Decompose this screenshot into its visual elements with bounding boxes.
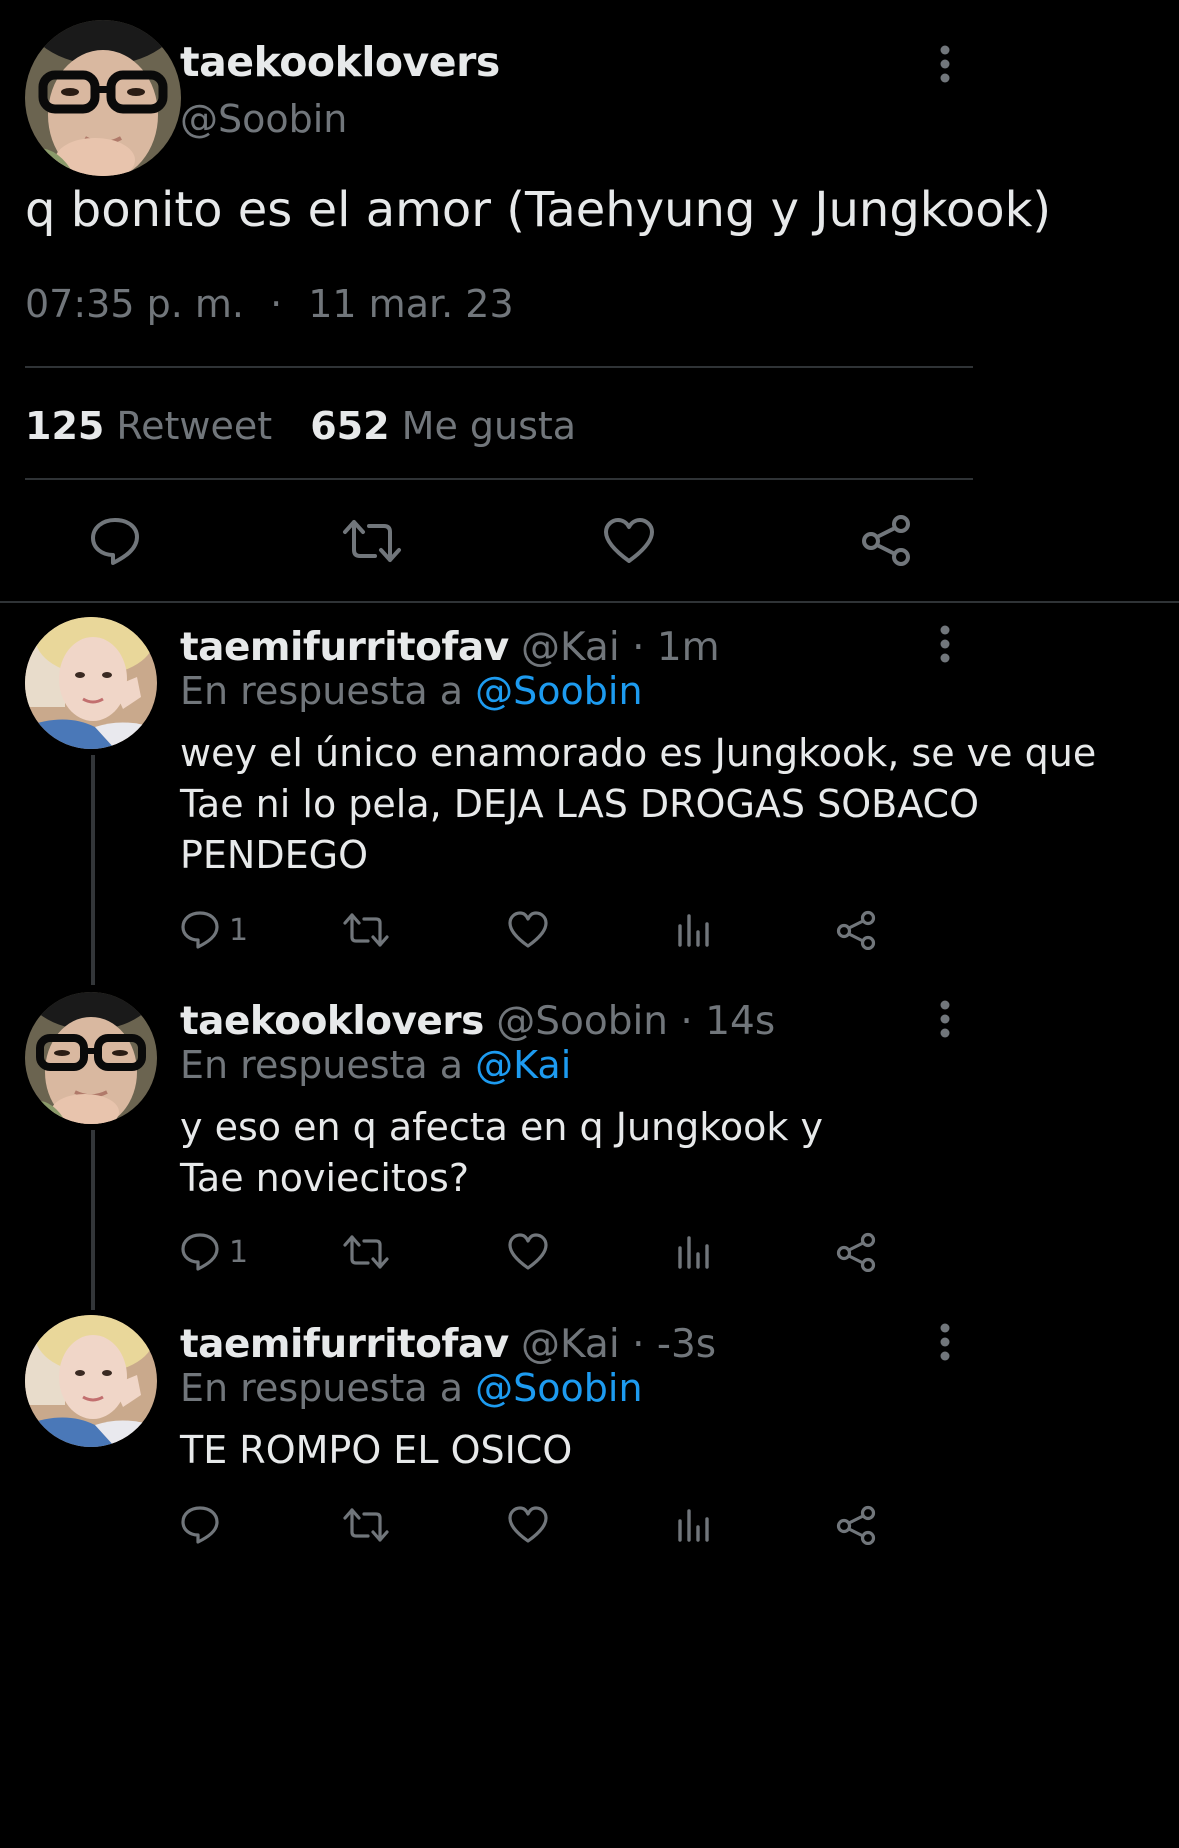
main-tweet-avatar[interactable] bbox=[25, 20, 181, 176]
reply-mention[interactable]: @Soobin bbox=[475, 1366, 642, 1410]
retweet-count: 125 bbox=[25, 404, 105, 448]
reply-handle[interactable]: @Kai bbox=[521, 1322, 620, 1367]
retweet-icon[interactable] bbox=[342, 1234, 390, 1270]
reply-icon[interactable] bbox=[180, 910, 220, 950]
like-icon[interactable] bbox=[508, 911, 548, 949]
reply-display-name[interactable]: taekooklovers bbox=[180, 999, 484, 1044]
reply-display-name[interactable]: taemifurritofav bbox=[180, 625, 509, 670]
like-icon[interactable] bbox=[603, 517, 655, 565]
retweet-stat[interactable]: 125 Retweet bbox=[25, 404, 284, 448]
share-icon[interactable] bbox=[836, 1232, 876, 1272]
analytics-icon[interactable] bbox=[676, 1234, 712, 1270]
main-tweet-time: 07:35 p. m. bbox=[25, 282, 244, 326]
main-tweet-text: q bonito es el amor (Taehyung y Jungkook… bbox=[25, 182, 1052, 238]
reply-prefix: En respuesta a bbox=[180, 1043, 464, 1087]
share-icon[interactable] bbox=[860, 514, 912, 566]
meta-separator: · bbox=[270, 282, 283, 326]
reply-header: taemifurritofav @Kai · -3s bbox=[180, 1322, 716, 1367]
main-tweet-stats: 125 Retweet 652 Me gusta bbox=[25, 404, 576, 448]
reply-mention[interactable]: @Soobin bbox=[475, 669, 642, 713]
retweet-icon[interactable] bbox=[342, 912, 390, 948]
main-tweet-handle[interactable]: @Soobin bbox=[180, 97, 347, 141]
main-tweet-display-name[interactable]: taekooklovers bbox=[180, 38, 500, 86]
main-tweet-timestamp: 07:35 p. m. · 11 mar. 23 bbox=[25, 282, 514, 326]
reply-handle[interactable]: @Kai bbox=[521, 625, 620, 670]
reply-time: · -3s bbox=[632, 1322, 717, 1367]
reply-icon[interactable] bbox=[180, 1505, 220, 1545]
reply-context: En respuesta a @Kai bbox=[180, 1043, 571, 1087]
reply-context: En respuesta a @Soobin bbox=[180, 669, 643, 713]
thread-line-1 bbox=[91, 755, 95, 985]
main-tweet-date: 11 mar. 23 bbox=[308, 282, 514, 326]
main-tweet-more-icon[interactable] bbox=[932, 44, 958, 88]
analytics-icon[interactable] bbox=[676, 912, 712, 948]
divider-top bbox=[25, 366, 973, 368]
reply-header: taekooklovers @Soobin · 14s bbox=[180, 999, 775, 1044]
like-icon[interactable] bbox=[508, 1233, 548, 1271]
retweet-label: Retweet bbox=[116, 404, 273, 448]
divider-bottom bbox=[0, 601, 1179, 603]
reply-avatar[interactable] bbox=[25, 1315, 157, 1447]
like-stat[interactable]: 652 Me gusta bbox=[310, 404, 576, 448]
share-icon[interactable] bbox=[836, 910, 876, 950]
reply-avatar[interactable] bbox=[25, 617, 157, 749]
reply-more-icon[interactable] bbox=[932, 624, 958, 668]
reply-time: · 1m bbox=[632, 625, 720, 670]
reply-text: y eso en q afecta en q Jungkook y Tae no… bbox=[180, 1105, 823, 1200]
share-icon[interactable] bbox=[836, 1505, 876, 1545]
analytics-icon[interactable] bbox=[676, 1507, 712, 1543]
thread-line-2 bbox=[91, 1130, 95, 1310]
reply-icon[interactable] bbox=[180, 1232, 220, 1272]
retweet-icon[interactable] bbox=[341, 518, 403, 564]
reply-more-icon[interactable] bbox=[932, 1322, 958, 1366]
like-count: 652 bbox=[310, 404, 390, 448]
reply-icon[interactable] bbox=[89, 516, 141, 566]
like-label: Me gusta bbox=[401, 404, 577, 448]
reply-handle[interactable]: @Soobin bbox=[496, 999, 668, 1044]
divider-mid bbox=[25, 478, 973, 480]
retweet-icon[interactable] bbox=[342, 1507, 390, 1543]
reply-header: taemifurritofav @Kai · 1m bbox=[180, 625, 720, 670]
reply-count: 1 bbox=[229, 1235, 249, 1270]
reply-count: 1 bbox=[229, 913, 249, 948]
reply-display-name[interactable]: taemifurritofav bbox=[180, 1322, 509, 1367]
reply-prefix: En respuesta a bbox=[180, 1366, 464, 1410]
reply-avatar[interactable] bbox=[25, 992, 157, 1124]
reply-context: En respuesta a @Soobin bbox=[180, 1366, 643, 1410]
reply-mention[interactable]: @Kai bbox=[475, 1043, 571, 1087]
reply-time: · 14s bbox=[680, 999, 776, 1044]
reply-prefix: En respuesta a bbox=[180, 669, 464, 713]
reply-text: TE ROMPO EL OSICO bbox=[180, 1428, 573, 1472]
reply-more-icon[interactable] bbox=[932, 999, 958, 1043]
reply-text: wey el único enamorado es Jungkook, se v… bbox=[180, 731, 1097, 877]
like-icon[interactable] bbox=[508, 1506, 548, 1544]
